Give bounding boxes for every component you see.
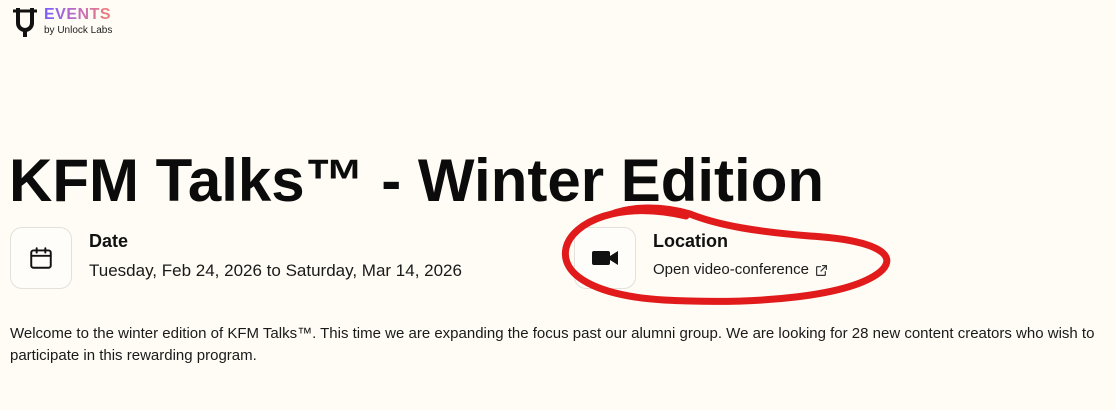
- event-location-block: Location Open video-conference: [574, 227, 828, 289]
- calendar-icon: [30, 247, 52, 269]
- location-icon-box: [574, 227, 636, 289]
- video-camera-icon: [592, 251, 618, 265]
- open-video-conference-link[interactable]: Open video-conference: [653, 260, 828, 280]
- unlock-logo-icon: [13, 8, 37, 37]
- brand-logo[interactable]: EVENTS by Unlock Labs: [10, 6, 112, 38]
- brand-byline: by Unlock Labs: [44, 25, 113, 36]
- event-title: KFM Talks™ - Winter Edition: [9, 147, 825, 214]
- date-label: Date: [89, 231, 129, 251]
- event-description: Welcome to the winter edition of KFM Tal…: [10, 325, 1095, 364]
- brand-name: EVENTS: [44, 6, 112, 23]
- video-conference-link-text: Open video-conference: [653, 261, 809, 278]
- location-label: Location: [653, 231, 728, 251]
- date-value: Tuesday, Feb 24, 2026 to Saturday, Mar 1…: [89, 261, 462, 280]
- event-date-block: Date Tuesday, Feb 24, 2026 to Saturday, …: [10, 227, 462, 289]
- external-link-icon: [815, 264, 827, 276]
- date-icon-box: [10, 227, 72, 289]
